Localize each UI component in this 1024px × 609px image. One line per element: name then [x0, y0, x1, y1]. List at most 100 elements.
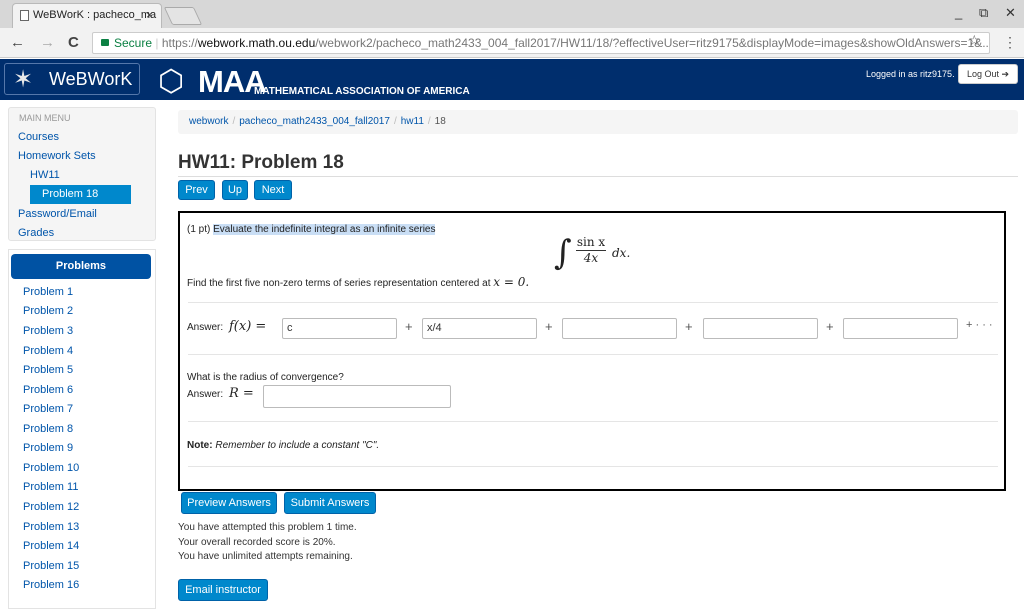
reload-icon[interactable]: C [68, 34, 79, 51]
breadcrumb-separator: / [427, 116, 431, 127]
problem-link-11[interactable]: Problem 11 [23, 481, 78, 493]
page-icon [20, 10, 29, 21]
breadcrumb: webwork / pacheco_math2433_004_fall2017/hw… [178, 110, 1018, 134]
section-divider [188, 354, 998, 355]
url-path: /webwork2/pacheco_math2433_004_fall2017/… [315, 36, 990, 50]
maa-polyhedron-icon: ⬡ [158, 65, 185, 98]
prev-button[interactable]: Prev [178, 180, 215, 200]
plus-dots: + · · · [966, 319, 993, 331]
problem-link-14[interactable]: Problem 14 [23, 540, 79, 552]
maa-small-text: MATHEMATICAL ASSOCIATION OF AMERICA [254, 86, 470, 97]
problem-link-13[interactable]: Problem 13 [23, 521, 79, 533]
answer-field-2[interactable]: x/4 [422, 318, 537, 339]
problem-area: (1 pt) Evaluate the indefinite integral … [178, 211, 1006, 491]
url-host: webwork.math.ou.edu [197, 36, 316, 50]
url-scheme: https:// [161, 36, 198, 50]
integrand-fraction: sin x 4x [576, 235, 606, 265]
window-close-icon[interactable]: ✕ [1005, 5, 1016, 21]
breadcrumb-current: 18 [434, 116, 446, 127]
answer-field-1[interactable]: c [282, 318, 397, 339]
sidebar-item-homework-sets[interactable]: Homework Sets [18, 150, 96, 162]
preview-answers-button[interactable]: Preview Answers [181, 492, 277, 514]
url-field[interactable]: Secure | https://webwork.math.ou.edu/web… [92, 32, 990, 54]
main-menu-heading: MAIN MENU [19, 113, 71, 123]
lock-icon [101, 39, 109, 46]
problem-link-8[interactable]: Problem 8 [23, 423, 73, 435]
integral-sign: ∫ [554, 233, 572, 273]
title-divider [178, 176, 1018, 177]
browser-tab[interactable]: WeBWorK : pacheco_ma × [12, 3, 162, 28]
section-divider [188, 302, 998, 303]
sidebar-item-password-email[interactable]: Password/Email [18, 208, 97, 220]
minimize-icon[interactable]: _ [955, 5, 962, 20]
note-label: Note: [187, 440, 213, 451]
address-bar-row: ← → C Secure | https://webwork.math.ou.e… [0, 28, 1024, 58]
integrand-denominator: 4x [583, 251, 599, 265]
sidebar-item-hw11[interactable]: HW11 [30, 169, 60, 181]
points-label: (1 pt) [187, 224, 211, 235]
radius-question: What is the radius of convergence? [187, 372, 344, 383]
integral-dx: dx. [612, 246, 631, 260]
back-icon[interactable]: ← [10, 34, 25, 51]
center-expression: x = 0. [493, 275, 530, 289]
note-text: Remember to include a constant "C". [215, 440, 380, 451]
problem-link-7[interactable]: Problem 7 [23, 403, 73, 415]
browser-tab-bar: WeBWorK : pacheco_ma × _ ⧉ ✕ [0, 0, 1024, 28]
problem-link-6[interactable]: Problem 6 [23, 384, 73, 396]
webwork-logo[interactable]: ✶ WeBWorK [4, 63, 140, 95]
next-button[interactable]: Next [254, 180, 292, 200]
up-button[interactable]: Up [222, 180, 248, 200]
email-instructor-button[interactable]: Email instructor [178, 579, 268, 601]
breadcrumb-course[interactable]: pacheco_math2433_004_fall2017 [239, 116, 390, 127]
problem-link-2[interactable]: Problem 2 [23, 305, 73, 317]
sidebar-item-problem-18[interactable]: Problem 18 [30, 185, 131, 204]
find-text: Find the first five non-zero terms of se… [187, 275, 530, 289]
problem-link-12[interactable]: Problem 12 [23, 501, 79, 513]
problem-link-15[interactable]: Problem 15 [23, 560, 79, 572]
breadcrumb-separator: / [393, 116, 397, 127]
section-divider [188, 466, 998, 467]
problem-link-4[interactable]: Problem 4 [23, 345, 73, 357]
logo-text: WeBWorK [49, 69, 133, 89]
attempts-status: You have attempted this problem 1 time. [178, 522, 357, 533]
submit-answers-button[interactable]: Submit Answers [284, 492, 376, 514]
problems-heading: Problems [11, 254, 151, 279]
answer-field-5[interactable] [843, 318, 958, 339]
site-header: ✶ WeBWorK ⬡ MAA MATHEMATICAL ASSOCIATION… [0, 59, 1024, 100]
answer-label: Answer: [187, 322, 224, 333]
r-label: R = [229, 386, 254, 401]
browser-menu-icon[interactable]: ⋮ [1003, 34, 1017, 51]
fx-label: f(x) = [229, 319, 267, 334]
answer-field-3[interactable] [562, 318, 677, 339]
problem-link-3[interactable]: Problem 3 [23, 325, 73, 337]
sidebar-item-grades[interactable]: Grades [18, 227, 54, 239]
answer-label: Answer: [187, 389, 224, 400]
plus-sign: + [826, 319, 834, 334]
breadcrumb-hw11[interactable]: hw11 [401, 116, 424, 127]
problem-link-9[interactable]: Problem 9 [23, 442, 73, 454]
breadcrumb-separator: / [232, 116, 236, 127]
secure-label: Secure [114, 36, 153, 50]
plus-sign: + [405, 319, 413, 334]
new-tab-button[interactable] [163, 7, 203, 25]
remaining-status: You have unlimited attempts remaining. [178, 551, 353, 562]
sidebar-item-courses[interactable]: Courses [18, 131, 59, 143]
radius-answer-field[interactable] [263, 385, 451, 408]
bookmark-star-icon[interactable]: ☆ [968, 32, 981, 49]
page-title: HW11: Problem 18 [178, 152, 344, 173]
tab-title: WeBWorK : pacheco_ma [33, 9, 157, 21]
tab-close-icon[interactable]: × [146, 8, 153, 22]
logout-button[interactable]: Log Out ➔ [958, 64, 1018, 84]
breadcrumb-webwork[interactable]: webwork [189, 116, 228, 127]
forward-icon[interactable]: → [40, 34, 55, 51]
problem-link-1[interactable]: Problem 1 [23, 286, 73, 298]
problem-prompt: Evaluate the indefinite integral as an i… [213, 224, 436, 235]
answer-field-4[interactable] [703, 318, 818, 339]
restore-icon[interactable]: ⧉ [979, 5, 988, 21]
section-divider [188, 421, 998, 422]
problem-link-16[interactable]: Problem 16 [23, 579, 79, 591]
integrand-numerator: sin x [576, 235, 606, 251]
problem-link-5[interactable]: Problem 5 [23, 364, 73, 376]
score-status: Your overall recorded score is 20%. [178, 537, 336, 548]
problem-link-10[interactable]: Problem 10 [23, 462, 79, 474]
